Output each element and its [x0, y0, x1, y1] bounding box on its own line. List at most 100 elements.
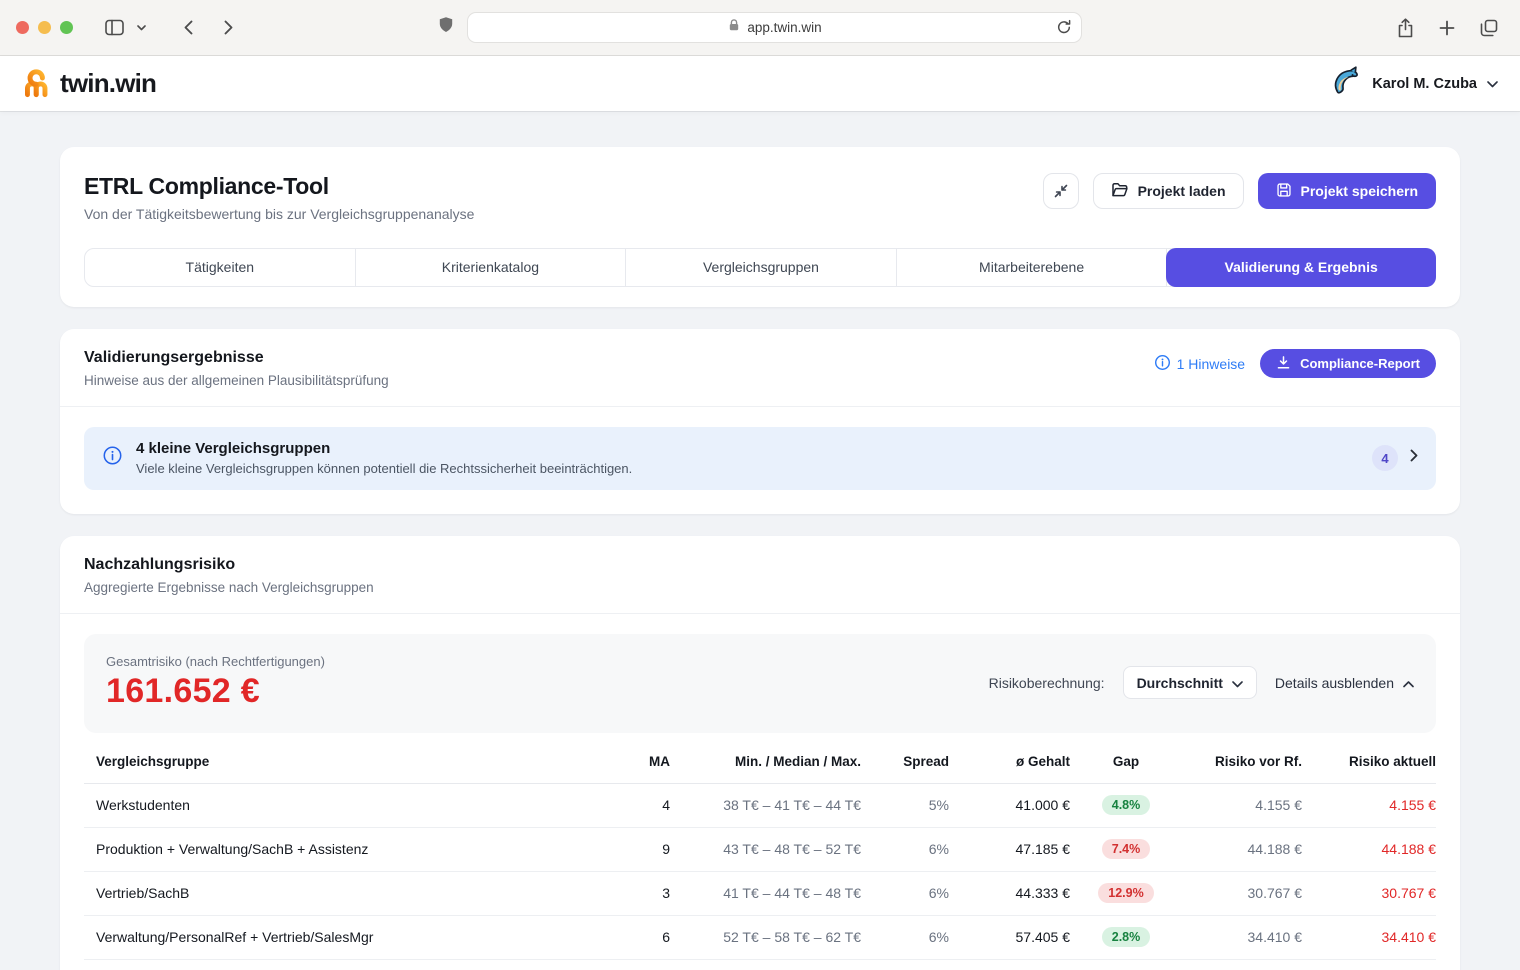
- banner-chevron-right-icon: [1410, 449, 1418, 467]
- cell-risk-current: 13.752 €: [1302, 959, 1436, 970]
- collapse-button[interactable]: [1042, 173, 1079, 209]
- cell-spread: 6%: [861, 871, 949, 916]
- total-risk-panel: Gesamtrisiko (nach Rechtfertigungen) 161…: [84, 634, 1436, 733]
- column-header: ø Gehalt: [949, 739, 1070, 784]
- cell-group: IT Devs: [84, 959, 592, 970]
- window-controls: [16, 21, 73, 34]
- share-icon[interactable]: [1390, 13, 1420, 43]
- cell-gap: 2.8%: [1070, 915, 1182, 960]
- column-header: MA: [592, 739, 670, 784]
- banner-title: 4 kleine Vergleichsgruppen: [136, 440, 331, 457]
- minimize-window-button[interactable]: [38, 21, 51, 34]
- save-project-button[interactable]: Projekt speichern: [1257, 173, 1436, 209]
- tab-vergleichsgruppen[interactable]: Vergleichsgruppen: [626, 249, 897, 286]
- total-risk: Gesamtrisiko (nach Rechtfertigungen) 161…: [106, 654, 325, 711]
- cell-range: 41 T€ – 44 T€ – 48 T€: [670, 871, 861, 916]
- download-icon: [1276, 355, 1291, 373]
- tab-validierung-ergebnis[interactable]: Validierung & Ergebnis: [1166, 248, 1436, 287]
- cell-group: Verwaltung/PersonalRef + Vertrieb/SalesM…: [84, 915, 592, 960]
- validation-hint-banner[interactable]: 4 kleine Vergleichsgruppen Viele kleine …: [84, 427, 1436, 490]
- gap-badge: 4.8%: [1101, 795, 1151, 815]
- cell-range: 43 T€ – 48 T€ – 52 T€: [670, 827, 861, 872]
- refresh-icon[interactable]: [1055, 18, 1073, 41]
- column-header: Spread: [861, 739, 949, 784]
- compliance-report-label: Compliance-Report: [1300, 356, 1420, 371]
- page-content: ETRL Compliance-Tool Von der Tätigkeitsb…: [0, 111, 1520, 970]
- tab-mitarbeiterebene[interactable]: Mitarbeiterebene: [897, 249, 1168, 286]
- load-project-label: Projekt laden: [1137, 183, 1226, 199]
- cell-avg: 47.185 €: [949, 827, 1070, 872]
- user-name: Karol M. Czuba: [1372, 75, 1477, 92]
- close-window-button[interactable]: [16, 21, 29, 34]
- cell-range: 38 T€ – 41 T€ – 44 T€: [670, 783, 861, 828]
- cell-ma: 3: [592, 959, 670, 970]
- table-row: Verwaltung/PersonalRef + Vertrieb/SalesM…: [84, 915, 1436, 960]
- hints-label: 1 Hinweise: [1176, 355, 1246, 372]
- column-header: Min. / Median / Max.: [670, 739, 861, 784]
- browser-toolbar: app.twin.win: [0, 0, 1520, 56]
- total-risk-value: 161.652 €: [106, 672, 260, 710]
- table-body: Werkstudenten 4 38 T€ – 41 T€ – 44 T€ 5% 41.…: [84, 783, 1436, 970]
- column-header: Risiko vor Rf.: [1182, 739, 1302, 784]
- gap-badge: 7.4%: [1101, 839, 1151, 859]
- new-tab-icon[interactable]: [1432, 13, 1462, 43]
- sidebar-icon[interactable]: [99, 13, 129, 43]
- details-toggle[interactable]: Details ausblenden: [1275, 675, 1414, 691]
- risk-subtitle: Aggregierte Ergebnisse nach Vergleichsgr…: [84, 580, 374, 595]
- cell-avg: 41.000 €: [949, 783, 1070, 828]
- brand-name: twin.win: [60, 68, 157, 98]
- cell-risk-current: 34.410 €: [1302, 915, 1436, 960]
- save-project-label: Projekt speichern: [1300, 183, 1419, 199]
- cell-risk-before: 44.188 €: [1182, 827, 1302, 872]
- user-menu[interactable]: Karol M. Czuba: [1327, 64, 1498, 104]
- total-risk-label: Gesamtrisiko (nach Rechtfertigungen): [106, 654, 325, 669]
- hints-link[interactable]: 1 Hinweise: [1154, 354, 1245, 374]
- details-toggle-label: Details ausblenden: [1274, 674, 1394, 691]
- cell-avg: 44.333 €: [949, 871, 1070, 916]
- forward-button[interactable]: [213, 13, 243, 43]
- tab-taetigkeiten[interactable]: Tätigkeiten: [85, 249, 356, 286]
- cell-spread: 6%: [861, 827, 949, 872]
- zoom-window-button[interactable]: [60, 21, 73, 34]
- brand-logo-icon: [22, 63, 53, 104]
- banner-count-badge: 4: [1372, 445, 1398, 471]
- cell-risk-before: 30.767 €: [1182, 871, 1302, 916]
- cell-ma: 4: [592, 783, 670, 828]
- cell-group: Produktion + Verwaltung/SachB + Assisten…: [84, 827, 592, 872]
- url-text: app.twin.win: [747, 20, 822, 35]
- gap-badge: 2.8%: [1101, 927, 1151, 947]
- sidebar-chevron-down-icon[interactable]: [133, 13, 149, 43]
- risk-table-wrapper: Vergleichsgruppe MA Min. / Median / Max. Sp…: [60, 733, 1460, 970]
- select-chevron-down-icon: [1232, 675, 1243, 691]
- brand-logo[interactable]: twin.win: [22, 63, 157, 104]
- tab-kriterienkatalog[interactable]: Kriterienkatalog: [356, 249, 627, 286]
- address-area: app.twin.win: [438, 12, 1082, 43]
- cell-risk-current: 30.767 €: [1302, 871, 1436, 916]
- tab-overview-icon[interactable]: [1474, 13, 1504, 43]
- cell-risk-before: 34.380 €: [1182, 959, 1302, 970]
- risk-card: Nachzahlungsrisiko Aggregierte Ergebniss…: [60, 536, 1460, 970]
- url-bar[interactable]: app.twin.win: [467, 12, 1082, 43]
- back-button[interactable]: [173, 13, 203, 43]
- column-header: Vergleichsgruppe: [84, 739, 592, 784]
- table-header-row: Vergleichsgruppe MA Min. / Median / Max. Sp…: [84, 739, 1436, 784]
- validation-titles: Validierungsergebnisse Hinweise aus der …: [84, 349, 389, 388]
- cell-spread: 5%: [861, 783, 949, 828]
- tab-bar: Tätigkeiten Kriterienkatalog Vergleichsgru…: [84, 248, 1436, 287]
- risk-calc-select[interactable]: Durchschnitt: [1122, 666, 1257, 699]
- compliance-report-button[interactable]: Compliance-Report: [1260, 349, 1436, 378]
- cell-ma: 9: [592, 827, 670, 872]
- table-row: Vertrieb/SachB 3 41 T€ – 44 T€ – 48 T€ 6% 44…: [84, 871, 1436, 916]
- table-row: IT Devs362 T€ – 64 T€ – 68 T€4%64.667 €4…: [84, 959, 1436, 970]
- cell-avg: 57.405 €: [949, 915, 1070, 960]
- lock-icon: [727, 18, 741, 37]
- table-row: Werkstudenten 4 38 T€ – 41 T€ – 44 T€ 5% 41.…: [84, 783, 1436, 828]
- load-project-button[interactable]: Projekt laden: [1092, 173, 1244, 209]
- cell-group: Vertrieb/SachB: [84, 871, 592, 916]
- avatar: [1327, 64, 1362, 104]
- gap-badge: 12.9%: [1098, 883, 1154, 903]
- risk-calc-selected: Durchschnitt: [1136, 674, 1223, 691]
- privacy-shield-icon[interactable]: [438, 16, 454, 40]
- banner-info-icon: [102, 445, 123, 471]
- cell-gap: 4.8%: [1070, 783, 1182, 828]
